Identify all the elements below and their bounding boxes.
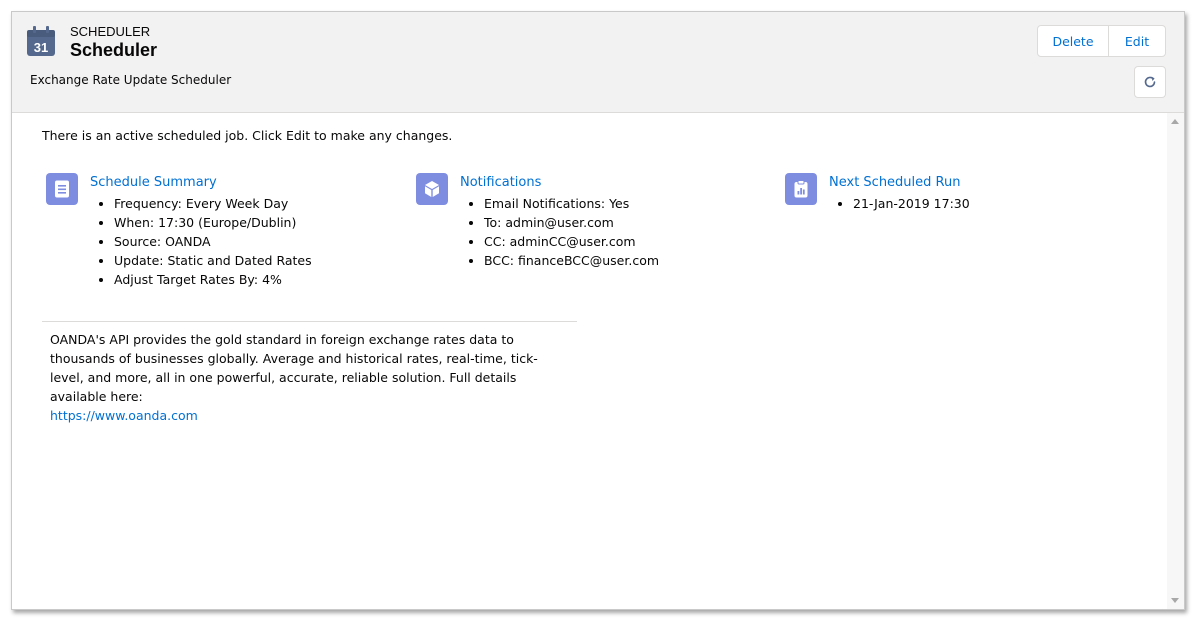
next-scheduled-run-link[interactable]: Next Scheduled Run (829, 175, 960, 190)
clipboard-chart-icon (785, 173, 817, 205)
action-button-group: Delete Edit (1037, 25, 1166, 57)
list-item: Frequency: Every Week Day (114, 194, 312, 213)
schedule-summary-list: Frequency: Every Week Day When: 17:30 (E… (96, 194, 312, 289)
notifications-link[interactable]: Notifications (460, 175, 541, 190)
edit-button[interactable]: Edit (1109, 26, 1165, 56)
card-header: 31 SCHEDULER Scheduler Exchange Rate Upd… (12, 12, 1184, 113)
page-title: Scheduler (70, 40, 158, 60)
list-item: BCC: financeBCC@user.com (484, 251, 659, 270)
scheduler-card: 31 SCHEDULER Scheduler Exchange Rate Upd… (11, 11, 1185, 610)
cube-icon (416, 173, 448, 205)
oanda-description-text: OANDA's API provides the gold standard i… (50, 332, 538, 404)
notifications-list: Email Notifications: Yes To: admin@user.… (466, 194, 659, 270)
intro-message: There is an active scheduled job. Click … (42, 128, 453, 143)
list-item: Email Notifications: Yes (484, 194, 659, 213)
section-divider (42, 321, 577, 322)
calendar-icon: 31 (27, 26, 55, 56)
scroll-down-arrow-icon[interactable] (1171, 598, 1179, 603)
refresh-button[interactable] (1134, 66, 1166, 98)
list-item: Update: Static and Dated Rates (114, 251, 312, 270)
card-body: There is an active scheduled job. Click … (12, 113, 1167, 609)
list-item: CC: adminCC@user.com (484, 232, 659, 251)
scroll-up-arrow-icon[interactable] (1171, 119, 1179, 124)
document-list-icon (46, 173, 78, 205)
list-item: When: 17:30 (Europe/Dublin) (114, 213, 312, 232)
next-run-list: 21-Jan-2019 17:30 (835, 194, 970, 213)
list-item: To: admin@user.com (484, 213, 659, 232)
refresh-icon (1144, 76, 1156, 88)
page-subtitle: Exchange Rate Update Scheduler (30, 73, 232, 87)
svg-text:31: 31 (34, 40, 48, 55)
list-item: Adjust Target Rates By: 4% (114, 270, 312, 289)
vertical-scrollbar[interactable] (1167, 113, 1184, 609)
delete-button[interactable]: Delete (1038, 26, 1109, 56)
list-item: 21-Jan-2019 17:30 (853, 194, 970, 213)
list-item: Source: OANDA (114, 232, 312, 251)
oanda-link[interactable]: https://www.oanda.com (50, 408, 198, 423)
schedule-summary-link[interactable]: Schedule Summary (90, 175, 217, 190)
oanda-description: OANDA's API provides the gold standard i… (50, 330, 570, 425)
object-type-label: SCHEDULER (70, 24, 151, 39)
